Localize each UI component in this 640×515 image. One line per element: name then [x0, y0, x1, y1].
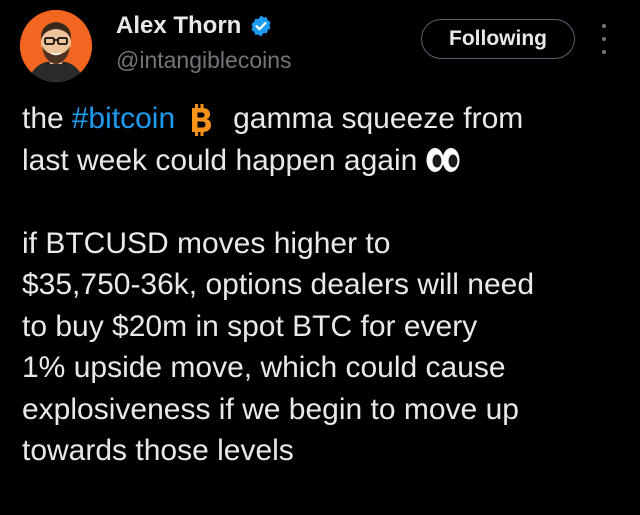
tweet-text: the #bitcoin gamma squeeze from last wee…	[22, 98, 622, 472]
tweet-text-segment: gamma squeeze from	[233, 102, 524, 135]
tweet-line: the #bitcoin gamma squeeze from	[22, 98, 622, 140]
verified-badge-icon	[251, 15, 271, 37]
user-handle[interactable]: @intangiblecoins	[116, 46, 292, 74]
name-row: Alex Thorn	[116, 12, 273, 40]
tweet-line: explosiveness if we begin to move up	[22, 392, 519, 426]
tweet-line: $35,750-36k, options dealers will need	[22, 268, 535, 301]
tweet-header: Alex Thorn @intangiblecoins Following	[0, 0, 640, 90]
following-button[interactable]: Following	[421, 19, 575, 59]
tweet-line: if BTCUSD moves higher to	[22, 226, 391, 260]
tweet-line: 1% upside move, which could cause	[22, 351, 506, 384]
eyes-emoji-icon	[426, 148, 460, 173]
dot	[602, 50, 606, 54]
bitcoin-emoji-icon	[192, 103, 212, 136]
tweet-line: towards those levels	[22, 434, 294, 467]
hashtag-link[interactable]: #bitcoin	[72, 98, 175, 140]
avatar-illustration	[20, 10, 92, 82]
avatar[interactable]	[20, 10, 92, 82]
dot	[602, 37, 606, 41]
tweet-text-segment: last week could happen again	[22, 143, 418, 177]
more-vertical-icon[interactable]	[594, 24, 614, 54]
display-name[interactable]: Alex Thorn	[116, 12, 241, 40]
tweet-line: to buy $20m in spot BTC for every	[22, 309, 478, 343]
tweet-line: last week could happen again	[22, 140, 622, 182]
dot	[602, 24, 606, 28]
tweet-text-segment: the	[22, 102, 64, 135]
